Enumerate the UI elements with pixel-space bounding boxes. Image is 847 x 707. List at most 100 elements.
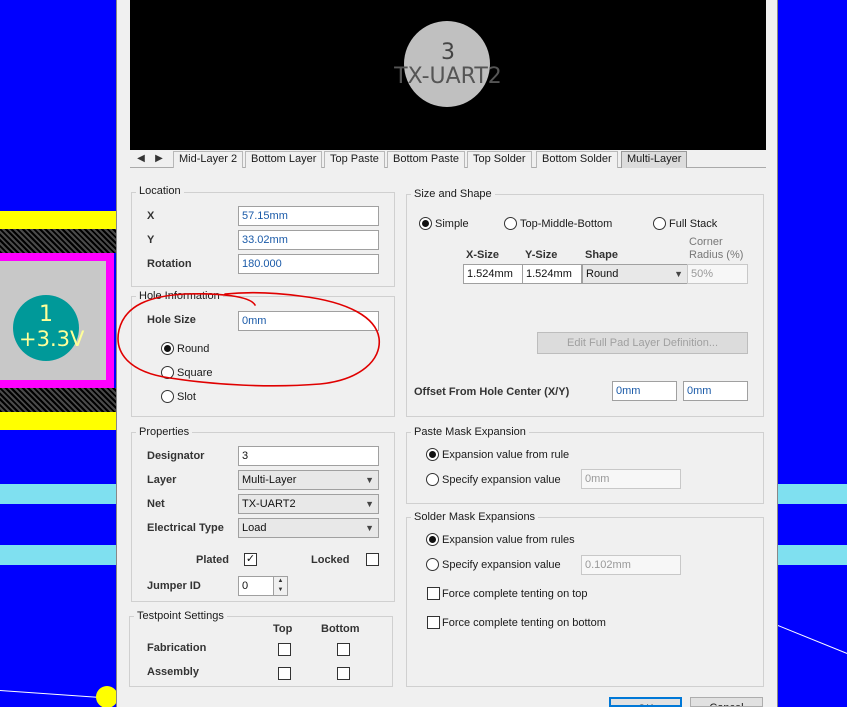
tent-bottom-checkbox[interactable]: [427, 616, 440, 629]
assembly-top-checkbox[interactable]: [278, 667, 291, 680]
solder-rule-label: Expansion value from rules: [442, 534, 575, 546]
designator-label: Designator: [147, 450, 205, 462]
location-title: Location: [136, 185, 184, 197]
properties-title: Properties: [136, 426, 193, 438]
testpoint-title: Testpoint Settings: [134, 610, 227, 622]
tab-multi-layer[interactable]: Multi-Layer: [621, 151, 688, 168]
pad-1[interactable]: 1 +3.3V: [0, 253, 114, 388]
chevron-down-icon: ▼: [365, 523, 374, 533]
x-label: X: [147, 210, 155, 222]
cyan-trace: [0, 545, 116, 565]
square-label: Square: [177, 367, 213, 379]
cyan-trace: [0, 484, 116, 504]
hole-size-field[interactable]: 0mm: [238, 311, 379, 331]
layer-value: Multi-Layer: [242, 474, 297, 486]
electrical-type-value: Load: [242, 522, 267, 534]
rotation-label: Rotation: [147, 258, 192, 270]
tab-scroll-left-icon[interactable]: ◀: [132, 151, 150, 167]
paste-value-field[interactable]: 0mm: [581, 469, 681, 489]
chevron-down-icon: ▼: [674, 269, 683, 279]
y-size-header: Y-Size: [525, 249, 558, 261]
yellow-trace: [0, 412, 116, 430]
yellow-trace: [0, 211, 116, 229]
simple-label: Simple: [435, 218, 469, 230]
top-middle-bottom-radio[interactable]: [504, 217, 517, 230]
preview-net-name: TX-UART2: [394, 64, 502, 89]
paste-mask-group: [406, 432, 764, 504]
solder-mask-title: Solder Mask Expansions: [411, 511, 539, 523]
fabrication-bottom-checkbox[interactable]: [337, 643, 350, 656]
full-stack-radio[interactable]: [653, 217, 666, 230]
paste-mask-title: Paste Mask Expansion: [411, 426, 529, 438]
net-value: TX-UART2: [242, 498, 296, 510]
corner-radius-header-2: Radius (%): [689, 249, 744, 261]
testpoint-top-header: Top: [273, 623, 293, 635]
slot-radio[interactable]: [161, 390, 174, 403]
tab-top-paste[interactable]: Top Paste: [324, 151, 385, 168]
tab-bottom-paste[interactable]: Bottom Paste: [387, 151, 466, 168]
shape-value: Round: [586, 268, 619, 280]
net-select[interactable]: TX-UART2 ▼: [238, 494, 379, 514]
offset-label: Offset From Hole Center (X/Y): [414, 386, 570, 398]
layer-label: Layer: [147, 474, 177, 486]
plated-checkbox[interactable]: ✓: [244, 553, 257, 566]
corner-radius-header-1: Corner: [689, 236, 723, 248]
paste-rule-radio[interactable]: [426, 448, 439, 461]
solder-specify-radio[interactable]: [426, 558, 439, 571]
ratsnest-line: [0, 690, 110, 699]
simple-radio[interactable]: [419, 217, 432, 230]
rotation-field[interactable]: 180.000: [238, 254, 379, 274]
locked-checkbox[interactable]: [366, 553, 379, 566]
paste-specify-label: Specify expansion value: [442, 474, 561, 486]
x-size-header: X-Size: [466, 249, 500, 261]
y-field[interactable]: 33.02mm: [238, 230, 379, 250]
offset-x-field[interactable]: 0mm: [612, 381, 677, 401]
round-radio[interactable]: [161, 342, 174, 355]
tent-bottom-label: Force complete tenting on bottom: [442, 617, 606, 629]
paste-specify-radio[interactable]: [426, 473, 439, 486]
jumper-id-field[interactable]: 0: [238, 576, 274, 596]
tab-bottom-solder[interactable]: Bottom Solder: [536, 151, 618, 168]
fabrication-label: Fabrication: [147, 642, 207, 654]
top-middle-bottom-label: Top-Middle-Bottom: [520, 218, 613, 230]
cancel-button[interactable]: Cancel: [690, 697, 763, 707]
square-radio[interactable]: [161, 366, 174, 379]
yellow-pad: [96, 686, 118, 707]
x-size-field[interactable]: 1.524mm: [463, 264, 523, 284]
fabrication-top-checkbox[interactable]: [278, 643, 291, 656]
net-label: Net: [147, 498, 165, 510]
tent-top-checkbox[interactable]: [427, 587, 440, 600]
tab-scroll-right-icon[interactable]: ▶: [150, 151, 168, 167]
electrical-type-select[interactable]: Load ▼: [238, 518, 379, 538]
jumper-id-label: Jumper ID: [147, 580, 201, 592]
x-field[interactable]: 57.15mm: [238, 206, 379, 226]
cyan-trace: [778, 545, 847, 565]
tab-mid-layer-2[interactable]: Mid-Layer 2: [173, 151, 244, 168]
paste-rule-label: Expansion value from rule: [442, 449, 570, 461]
designator-field[interactable]: 3: [238, 446, 379, 466]
layer-select[interactable]: Multi-Layer ▼: [238, 470, 379, 490]
plated-label: Plated: [196, 554, 230, 566]
hole-size-label: Hole Size: [147, 314, 196, 326]
pad-copper: 1 +3.3V: [0, 261, 106, 380]
solder-value-field[interactable]: 0.102mm: [581, 555, 681, 575]
full-stack-label: Full Stack: [669, 218, 718, 230]
assembly-bottom-checkbox[interactable]: [337, 667, 350, 680]
tab-top-solder[interactable]: Top Solder: [467, 151, 532, 168]
y-size-field[interactable]: 1.524mm: [522, 264, 582, 284]
tab-bottom-layer[interactable]: Bottom Layer: [245, 151, 323, 168]
slot-label: Slot: [177, 391, 196, 403]
round-label: Round: [177, 343, 210, 355]
chevron-down-icon: ▼: [365, 475, 374, 485]
jumper-id-stepper[interactable]: ▲ ▼: [274, 576, 288, 596]
offset-y-field[interactable]: 0mm: [683, 381, 748, 401]
ok-button[interactable]: OK: [609, 697, 682, 707]
chevron-down-icon: ▼: [365, 499, 374, 509]
corner-radius-field[interactable]: 50%: [687, 264, 748, 284]
edit-full-pad-layer-button[interactable]: Edit Full Pad Layer Definition...: [537, 332, 748, 354]
shape-select[interactable]: Round ▼: [582, 264, 688, 284]
solder-specify-label: Specify expansion value: [442, 559, 561, 571]
locked-label: Locked: [311, 554, 350, 566]
shape-header: Shape: [585, 249, 619, 261]
solder-rule-radio[interactable]: [426, 533, 439, 546]
